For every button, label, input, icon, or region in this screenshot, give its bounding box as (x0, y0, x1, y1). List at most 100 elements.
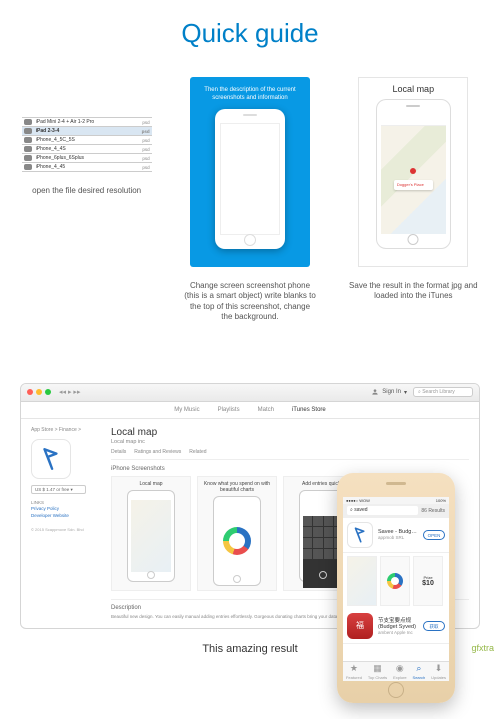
map-thumb (131, 500, 171, 572)
itunes-tab[interactable]: Match (258, 407, 274, 413)
layer-type: psd (142, 138, 149, 143)
tabbar-item[interactable]: ⬇Updates (431, 663, 446, 680)
gold-phone-overlay: ●●●●○ WOW 100% ⌕ saved 86 Results Savee … (337, 473, 455, 703)
search-results: Savee - Budget and Expense Tra...appmob … (343, 518, 449, 661)
layer-name: iPhone_4_4S (36, 146, 143, 152)
signin-button[interactable]: Sign In ▾ (371, 388, 407, 396)
meta-tab[interactable]: Ratings and Reviews (134, 449, 181, 455)
layer-type: psd (142, 120, 149, 125)
mini-shot (380, 556, 410, 606)
result-dev: ambent Apple Inc (378, 630, 418, 635)
layer-name: iPad Mini 2-4 + Air 1-2 Pro (36, 119, 143, 125)
copyright: © 2015 Scappmove Sdn. Bhd (31, 527, 101, 532)
screenshots-header: iPhone Screenshots (111, 466, 469, 472)
minimize-icon[interactable] (36, 389, 42, 395)
layer-name: iPad 2-3-4 (36, 128, 142, 134)
layer-type: psd (142, 147, 149, 152)
screenshot-card[interactable]: Know what you spend on with beautiful ch… (197, 476, 277, 591)
itunes-titlebar: ◂◂ ▸ ▸▸ Sign In ▾ ⌕ Search Library (21, 384, 479, 402)
itunes-result-wrap: ◂◂ ▸ ▸▸ Sign In ▾ ⌕ Search Library My Mu… (0, 383, 500, 655)
meta-tab[interactable]: Related (189, 449, 206, 455)
tabbar-item[interactable]: ★Featured (346, 663, 362, 680)
donut-icon (387, 573, 403, 589)
tabbar-item[interactable]: ◉Explore (393, 663, 407, 680)
layer-row[interactable]: iPhone_4_5C_5Spsd (22, 135, 152, 144)
layer-panel: iPad Mini 2-4 + Air 1-2 PropsdiPad 2-3-4… (22, 117, 152, 172)
tab-label: Top Charts (368, 675, 387, 680)
tab-label: Updates (431, 675, 446, 680)
layer-row[interactable]: iPhone_6plus_6Spluspsd (22, 153, 152, 162)
tab-bar: ★Featured ▦Top Charts ◉Explore ⌕Search ⬇Upda… (343, 661, 449, 681)
eye-icon (24, 128, 32, 134)
result-row[interactable]: 福节支宝要点规(Budget Syved)ambent Apple Inc获取 (343, 609, 449, 644)
map-search-bar (381, 114, 446, 126)
mini-shot (347, 556, 377, 606)
mini-shot: Prize$10 (413, 556, 443, 606)
page-title: Quick guide (0, 0, 500, 77)
tabbar-item[interactable]: ▦Top Charts (368, 663, 387, 680)
layer-row[interactable]: iPad 2-3-4psd (22, 126, 152, 135)
donut-icon (223, 527, 251, 555)
itunes-tab[interactable]: My Music (174, 407, 199, 413)
playback-controls[interactable]: ◂◂ ▸ ▸▸ (59, 388, 80, 396)
map-popup: Dogger's Place (394, 180, 433, 190)
chart-thumb (217, 506, 257, 576)
close-icon[interactable] (27, 389, 33, 395)
phone-mockup-map: Dogger's Place (376, 99, 451, 249)
tab-icon: ▦ (373, 663, 382, 674)
layer-name: iPhone_4_5C_5S (36, 137, 143, 143)
layer-row[interactable]: iPhone_4_45psd (22, 162, 152, 172)
tabbar-item[interactable]: ⌕Search (413, 663, 426, 680)
app-developer: Local map inc (111, 439, 469, 445)
app-logo-icon (38, 446, 64, 472)
app-meta-tabs: Details Ratings and Reviews Related (111, 449, 469, 460)
step2-caption: Change screen screenshot phone (this is … (183, 281, 316, 323)
layer-row[interactable]: iPhone_4_4Spsd (22, 144, 152, 153)
screenshot-title: Know what you spend on with beautiful ch… (202, 481, 272, 493)
itunes-tab[interactable]: iTunes Store (292, 407, 326, 413)
map-preview-card: Local map Dogger's Place (358, 77, 468, 267)
eye-icon (24, 164, 32, 170)
step1-caption: open the file desired resolution (32, 186, 141, 196)
eye-icon (24, 155, 32, 161)
search-input[interactable]: ⌕ saved (347, 506, 418, 515)
phone-mockup-white (215, 109, 285, 249)
itunes-tab[interactable]: Playlists (218, 407, 240, 413)
step-2: Then the description of the current scre… (183, 77, 316, 323)
status-bar: ●●●●○ WOW 100% (343, 497, 449, 504)
app-icon-large (31, 439, 71, 479)
blue-preview-card: Then the description of the current scre… (190, 77, 310, 267)
step3-caption: Save the result in the format jpg and lo… (347, 281, 480, 302)
prize-value: $10 (422, 580, 434, 587)
sidebar-link[interactable]: Privacy Policy (31, 505, 101, 512)
layer-type: psd (142, 156, 149, 161)
tab-icon: ◉ (396, 663, 404, 674)
result-action-button[interactable]: OPEN (423, 530, 445, 540)
price-dropdown[interactable]: US $ 1.47 or free ▾ (31, 485, 86, 494)
tab-icon: ⌕ (416, 663, 421, 674)
eye-icon (24, 137, 32, 143)
result-row[interactable]: Savee - Budget and Expense Tra...appmob … (343, 518, 449, 553)
tab-label: Search (413, 675, 426, 680)
screenshot-title: Local map (139, 481, 162, 487)
user-icon (371, 388, 379, 396)
meta-tab[interactable]: Details (111, 449, 126, 455)
layer-type: psd (142, 165, 149, 170)
sidebar-link[interactable]: Developer Website (31, 512, 101, 519)
layer-row[interactable]: iPad Mini 2-4 + Air 1-2 Propsd (22, 117, 152, 126)
result-action-button[interactable]: 获取 (423, 621, 445, 631)
screenshot-card[interactable]: Local map (111, 476, 191, 591)
maximize-icon[interactable] (45, 389, 51, 395)
app-title: Local map (111, 427, 469, 438)
tab-label: Featured (346, 675, 362, 680)
watermark: gfxtra (471, 643, 494, 653)
result-name: 节支宝要点规 (378, 616, 418, 624)
screenshot-phone (213, 496, 261, 586)
step-3: Local map Dogger's Place Save the result… (347, 77, 480, 302)
result-dev: appmob SRL (378, 535, 418, 540)
sidebar: App Store > Finance > US $ 1.47 or free … (31, 427, 101, 620)
map-screen: Dogger's Place (381, 114, 446, 234)
steps-row: iPad Mini 2-4 + Air 1-2 PropsdiPad 2-3-4… (0, 77, 500, 323)
search-library-input[interactable]: ⌕ Search Library (413, 387, 473, 397)
search-bar: ⌕ saved 86 Results (343, 504, 449, 518)
